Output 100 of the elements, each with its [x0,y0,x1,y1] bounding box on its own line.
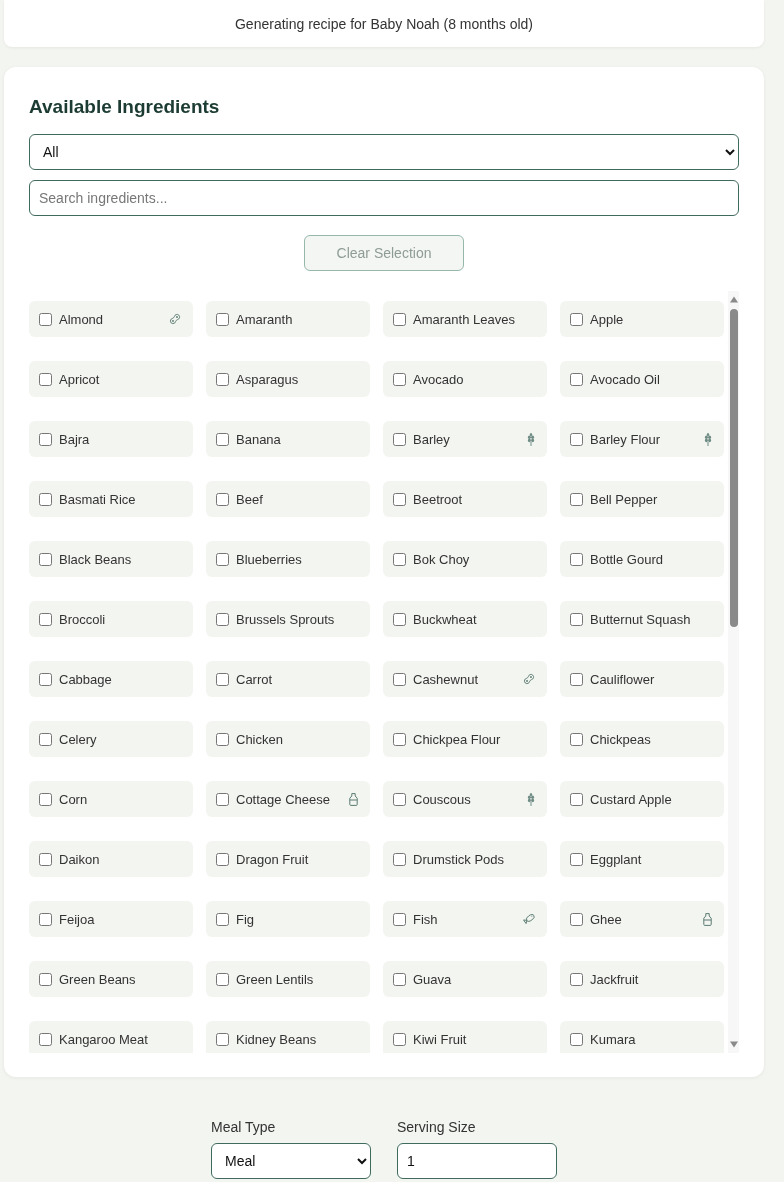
checkbox[interactable] [393,492,406,506]
ingredient-option[interactable]: Dragon Fruit [206,841,370,877]
checkbox[interactable] [393,372,406,386]
ingredient-option[interactable]: Barley [383,421,547,457]
checkbox[interactable] [393,912,406,926]
ingredient-option[interactable]: Chickpeas [560,721,724,757]
checkbox[interactable] [570,432,583,446]
category-select[interactable]: All [29,134,739,170]
scrollbar[interactable] [728,291,739,1053]
scroll-down-icon[interactable] [728,1041,739,1048]
ingredient-option[interactable]: Avocado [383,361,547,397]
ingredient-option[interactable]: Broccoli [29,601,193,637]
meal-type-select[interactable]: Meal [211,1143,371,1179]
checkbox[interactable] [216,732,229,746]
checkbox[interactable] [216,312,229,326]
checkbox[interactable] [216,552,229,566]
checkbox[interactable] [393,432,406,446]
ingredient-option[interactable]: Beetroot [383,481,547,517]
ingredient-option[interactable]: Celery [29,721,193,757]
ingredient-option[interactable]: Eggplant [560,841,724,877]
ingredient-option[interactable]: Drumstick Pods [383,841,547,877]
ingredient-option[interactable]: Feijoa [29,901,193,937]
checkbox[interactable] [216,372,229,386]
ingredient-option[interactable]: Cashewnut [383,661,547,697]
checkbox[interactable] [39,732,52,746]
search-field[interactable]: Search ingredients... [29,180,739,216]
ingredient-option[interactable]: Corn [29,781,193,817]
checkbox[interactable] [570,972,583,986]
ingredient-option[interactable]: Brussels Sprouts [206,601,370,637]
checkbox[interactable] [393,972,406,986]
checkbox[interactable] [39,372,52,386]
checkbox[interactable] [39,492,52,506]
checkbox[interactable] [216,912,229,926]
ingredient-option[interactable]: Custard Apple [560,781,724,817]
checkbox[interactable] [393,672,406,686]
checkbox[interactable] [570,852,583,866]
ingredient-option[interactable]: Bell Pepper [560,481,724,517]
checkbox[interactable] [393,612,406,626]
checkbox[interactable] [570,1032,583,1046]
ingredient-option[interactable]: Avocado Oil [560,361,724,397]
ingredient-option[interactable]: Banana [206,421,370,457]
ingredient-option[interactable]: Asparagus [206,361,370,397]
ingredient-option[interactable]: Apple [560,301,724,337]
ingredient-option[interactable]: Guava [383,961,547,997]
checkbox[interactable] [570,672,583,686]
scrollbar-thumb[interactable] [729,309,738,627]
checkbox[interactable] [39,792,52,806]
ingredient-option[interactable]: Apricot [29,361,193,397]
ingredient-option[interactable]: Bajra [29,421,193,457]
ingredient-option[interactable]: Kidney Beans [206,1021,370,1053]
checkbox[interactable] [216,972,229,986]
checkbox[interactable] [39,1032,52,1046]
ingredient-option[interactable]: Beef [206,481,370,517]
ingredient-option[interactable]: Carrot [206,661,370,697]
serving-size-field[interactable]: 1 [397,1143,557,1179]
checkbox[interactable] [39,672,52,686]
checkbox[interactable] [393,732,406,746]
checkbox[interactable] [216,792,229,806]
ingredient-option[interactable]: Bok Choy [383,541,547,577]
ingredient-option[interactable]: Ghee [560,901,724,937]
ingredient-option[interactable]: Green Beans [29,961,193,997]
checkbox[interactable] [570,492,583,506]
ingredient-option[interactable]: Chickpea Flour [383,721,547,757]
checkbox[interactable] [216,852,229,866]
checkbox[interactable] [39,312,52,326]
ingredient-option[interactable]: Kiwi Fruit [383,1021,547,1053]
ingredient-option[interactable]: Fig [206,901,370,937]
ingredient-option[interactable]: Fish [383,901,547,937]
ingredient-option[interactable]: Basmati Rice [29,481,193,517]
checkbox[interactable] [570,372,583,386]
checkbox[interactable] [39,912,52,926]
checkbox[interactable] [393,852,406,866]
ingredient-option[interactable]: Black Beans [29,541,193,577]
checkbox[interactable] [570,312,583,326]
ingredient-option[interactable]: Amaranth [206,301,370,337]
checkbox[interactable] [570,612,583,626]
ingredient-option[interactable]: Daikon [29,841,193,877]
checkbox[interactable] [393,792,406,806]
scroll-up-icon[interactable] [728,296,739,303]
ingredient-option[interactable]: Butternut Squash [560,601,724,637]
checkbox[interactable] [39,612,52,626]
checkbox[interactable] [216,672,229,686]
checkbox[interactable] [570,552,583,566]
checkbox[interactable] [216,432,229,446]
checkbox[interactable] [39,432,52,446]
ingredient-option[interactable]: Almond [29,301,193,337]
ingredient-option[interactable]: Amaranth Leaves [383,301,547,337]
checkbox[interactable] [570,912,583,926]
checkbox[interactable] [39,552,52,566]
checkbox[interactable] [216,612,229,626]
ingredient-option[interactable]: Kumara [560,1021,724,1053]
ingredient-option[interactable]: Barley Flour [560,421,724,457]
ingredient-option[interactable]: Cabbage [29,661,193,697]
ingredient-option[interactable]: Blueberries [206,541,370,577]
ingredient-option[interactable]: Cauliflower [560,661,724,697]
checkbox[interactable] [570,732,583,746]
checkbox[interactable] [393,312,406,326]
checkbox[interactable] [216,1032,229,1046]
checkbox[interactable] [39,852,52,866]
checkbox[interactable] [393,1032,406,1046]
